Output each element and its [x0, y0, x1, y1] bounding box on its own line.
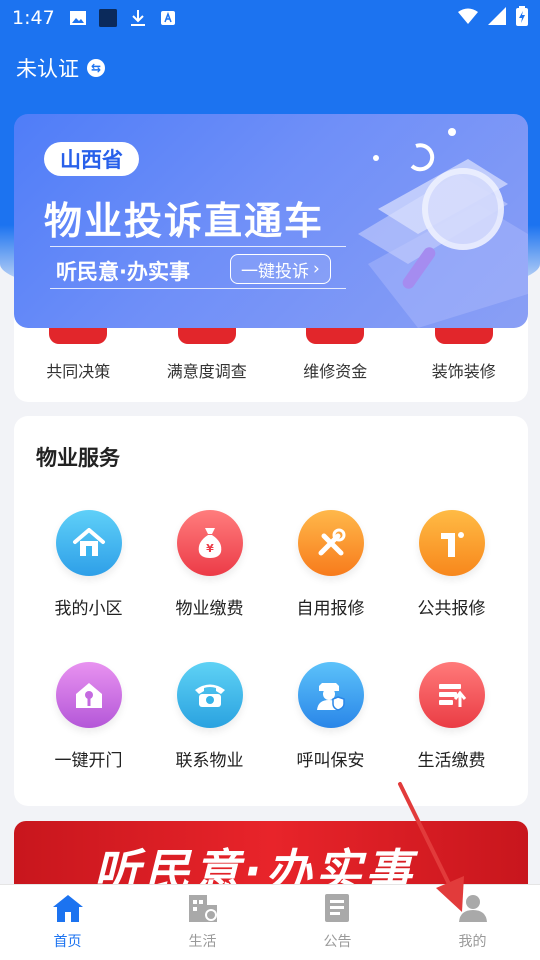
chevron-right-icon: › — [313, 259, 320, 279]
complaint-button-label: 一键投诉 — [241, 261, 309, 282]
status-time: 1:47 — [12, 7, 55, 29]
wifi-icon — [458, 8, 478, 28]
quick-action-label: 装饰装修 — [431, 362, 496, 381]
service-label: 物业缴费 — [175, 599, 244, 619]
app-notification-icon — [98, 9, 117, 27]
quick-action-label: 维修资金 — [303, 362, 368, 381]
battery-icon — [516, 6, 528, 30]
service-my-community[interactable]: 我的小区 — [28, 510, 149, 662]
service-label: 呼叫保安 — [296, 751, 365, 771]
magnifier-illustration — [358, 128, 528, 328]
service-label: 生活缴费 — [417, 751, 486, 771]
house-key-icon — [55, 662, 122, 728]
banner-title: 物业投诉直通车 — [44, 199, 325, 243]
bottom-tab-bar: 首页 生活 公告 我的 — [0, 884, 540, 960]
keyboard-notification-icon — [159, 9, 177, 27]
promo-banner-text: 听民意·办实事 — [94, 844, 416, 891]
bill-payment-icon — [418, 662, 485, 728]
security-guard-icon — [297, 662, 364, 728]
service-contact-property[interactable]: 联系物业 — [149, 662, 270, 814]
public-repair-icon — [418, 510, 485, 576]
service-label: 一键开门 — [54, 751, 123, 771]
tools-icon — [297, 510, 364, 576]
service-self-repair[interactable]: 自用报修 — [270, 510, 391, 662]
service-public-repair[interactable]: 公共报修 — [391, 510, 512, 662]
complaint-banner[interactable]: 山西省 物业投诉直通车 听民意·办实事 一键投诉 › — [14, 114, 528, 328]
signal-icon — [488, 7, 506, 29]
profile-tab-icon — [457, 893, 489, 927]
swap-icon[interactable]: ⇆ — [87, 59, 105, 77]
system-indicators — [458, 6, 528, 30]
tab-label: 公告 — [323, 934, 352, 950]
promo-banner[interactable]: 听民意·办实事 — [14, 821, 528, 891]
banner-province-tag: 山西省 — [44, 142, 139, 176]
quick-action-label: 共同决策 — [46, 362, 111, 381]
tab-profile[interactable]: 我的 — [405, 885, 540, 960]
tab-label: 我的 — [458, 934, 487, 950]
service-life-payment[interactable]: 生活缴费 — [391, 662, 512, 814]
banner-divider — [50, 246, 346, 247]
service-label: 公共报修 — [417, 599, 486, 619]
tab-notice[interactable]: 公告 — [270, 885, 405, 960]
tab-life[interactable]: 生活 — [135, 885, 270, 960]
service-open-door[interactable]: 一键开门 — [28, 662, 149, 814]
telephone-icon — [176, 662, 243, 728]
notice-tab-icon — [322, 893, 354, 927]
money-bag-icon: ¥ — [176, 510, 243, 576]
service-label: 自用报修 — [296, 599, 365, 619]
banner-divider — [50, 288, 346, 289]
life-tab-icon — [187, 893, 219, 927]
tab-home[interactable]: 首页 — [0, 885, 135, 960]
service-label: 联系物业 — [175, 751, 244, 771]
auth-status-label: 未认证 — [16, 57, 79, 81]
quick-action-label: 满意度调查 — [166, 362, 247, 381]
property-services-card: 物业服务 我的小区 ¥ 物业缴费 自用报修 公共报修 一键开门 联系物业 呼叫保… — [14, 416, 528, 806]
one-click-complaint-button[interactable]: 一键投诉 › — [230, 254, 331, 284]
status-bar: 1:47 — [0, 0, 540, 36]
home-icon — [55, 510, 122, 576]
tab-label: 首页 — [53, 934, 82, 950]
home-tab-icon — [51, 893, 85, 927]
gallery-notification-icon — [69, 9, 87, 27]
service-call-security[interactable]: 呼叫保安 — [270, 662, 391, 814]
svg-text:¥: ¥ — [206, 542, 214, 555]
service-label: 我的小区 — [54, 599, 123, 619]
service-property-fee[interactable]: ¥ 物业缴费 — [149, 510, 270, 662]
banner-subtitle: 听民意·办实事 — [56, 260, 190, 284]
services-title: 物业服务 — [36, 446, 120, 470]
auth-status[interactable]: 未认证 ⇆ — [16, 52, 105, 84]
tab-label: 生活 — [188, 934, 217, 950]
download-icon — [129, 9, 147, 27]
